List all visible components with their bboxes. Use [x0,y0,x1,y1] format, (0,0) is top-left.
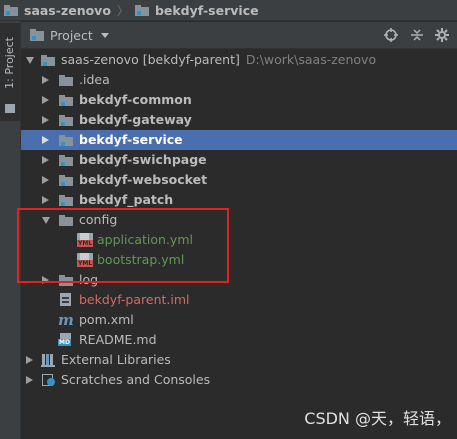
settings-icon[interactable] [434,28,450,44]
project-folder-icon [4,4,18,16]
tree-item-bekdyf-common[interactable]: bekdyf-common [21,90,457,110]
breadcrumb-separator: 〉 [116,3,129,18]
maven-icon: m [58,311,74,329]
module-folder-icon [58,173,74,187]
tree-item-bekdyf-gateway[interactable]: bekdyf-gateway [21,110,457,130]
tree-item-label: bekdyf-service [79,132,183,147]
tree-item-label: bekdyf-common [79,92,192,107]
project-view-icon [30,29,44,41]
tree-root-path: D:\work\saas-zenovo [245,52,377,67]
module-folder-icon [58,193,74,207]
project-tool-tab-label: 1: Project [3,37,16,89]
scratches-icon [41,373,57,387]
collapse-arrow-icon[interactable] [42,116,49,124]
module-folder-icon [40,53,56,67]
collapse-arrow-icon[interactable] [42,136,49,144]
project-panel-header: Project [21,22,457,49]
module-folder-icon [58,133,74,147]
watermark-text: CSDN @天，轻语， [304,409,451,428]
collapse-arrow-icon[interactable] [26,356,33,364]
collapse-arrow-icon[interactable] [26,376,33,384]
tree-item-label: pom.xml [79,312,134,327]
tree-item-label: bekdyf-gateway [79,112,192,127]
library-icon [41,353,57,367]
collapse-arrow-icon[interactable] [42,156,49,164]
collapse-arrow-icon[interactable] [42,196,49,204]
tree-item-idea[interactable]: .idea [21,70,457,90]
collapse-arrow-icon[interactable] [42,176,49,184]
collapse-arrow-icon[interactable] [42,96,49,104]
tree-item-external-libraries[interactable]: External Libraries [21,350,457,370]
breadcrumb-project[interactable]: saas-zenovo [4,3,111,18]
tree-item-readme[interactable]: MD README.md [21,330,457,350]
tree-item-label: .idea [79,72,110,87]
tree-item-bekdyf-swichpage[interactable]: bekdyf-swichpage [21,150,457,170]
folder-icon [58,73,74,87]
tree-root-label: saas-zenovo [bekdyf-parent] [61,52,240,67]
navigation-breadcrumb: saas-zenovo 〉 bekdyf-service [0,0,457,21]
tree-item-label: bekdyf-parent.iml [79,292,190,307]
breadcrumb-project-label: saas-zenovo [24,2,111,18]
tree-item-label: bekdyf_patch [79,192,174,207]
tree-item-label: External Libraries [61,352,171,367]
module-folder-icon [58,93,74,107]
tree-item-parent-iml[interactable]: bekdyf-parent.iml [21,290,457,310]
expand-arrow-icon[interactable] [26,57,34,64]
collapse-icon[interactable] [409,28,425,44]
tree-item-pom-xml[interactable]: m pom.xml [21,310,457,330]
tree-item-scratches[interactable]: Scratches and Consoles [21,370,457,390]
tree-item-bekdyf-websocket[interactable]: bekdyf-websocket [21,170,457,190]
module-folder-icon [58,113,74,127]
chevron-down-icon[interactable] [100,32,109,38]
breadcrumb-module-label: bekdyf-service [154,2,259,18]
target-icon[interactable] [383,28,399,44]
module-file-icon [58,293,74,307]
tree-item-label: bekdyf-swichpage [79,152,207,167]
project-tool-tab[interactable]: 1: Project [0,23,20,121]
module-folder-icon [58,153,74,167]
tree-root-project[interactable]: saas-zenovo [bekdyf-parent] D:\work\saas-… [21,50,457,70]
tree-item-label: bekdyf-websocket [79,172,208,187]
tree-item-bekdyf-service[interactable]: bekdyf-service [21,130,457,150]
tree-item-bekdyf-patch[interactable]: bekdyf_patch [21,190,457,210]
markdown-file-icon: MD [58,333,74,347]
folder-icon [5,104,15,113]
collapse-arrow-icon[interactable] [42,76,49,84]
tree-item-label: Scratches and Consoles [61,372,211,387]
project-view-selector[interactable]: Project [50,28,93,43]
annotation-highlight-box [17,208,229,283]
module-folder-icon [134,4,149,16]
breadcrumb-module[interactable]: bekdyf-service [134,2,259,18]
tree-item-label: README.md [79,332,157,347]
